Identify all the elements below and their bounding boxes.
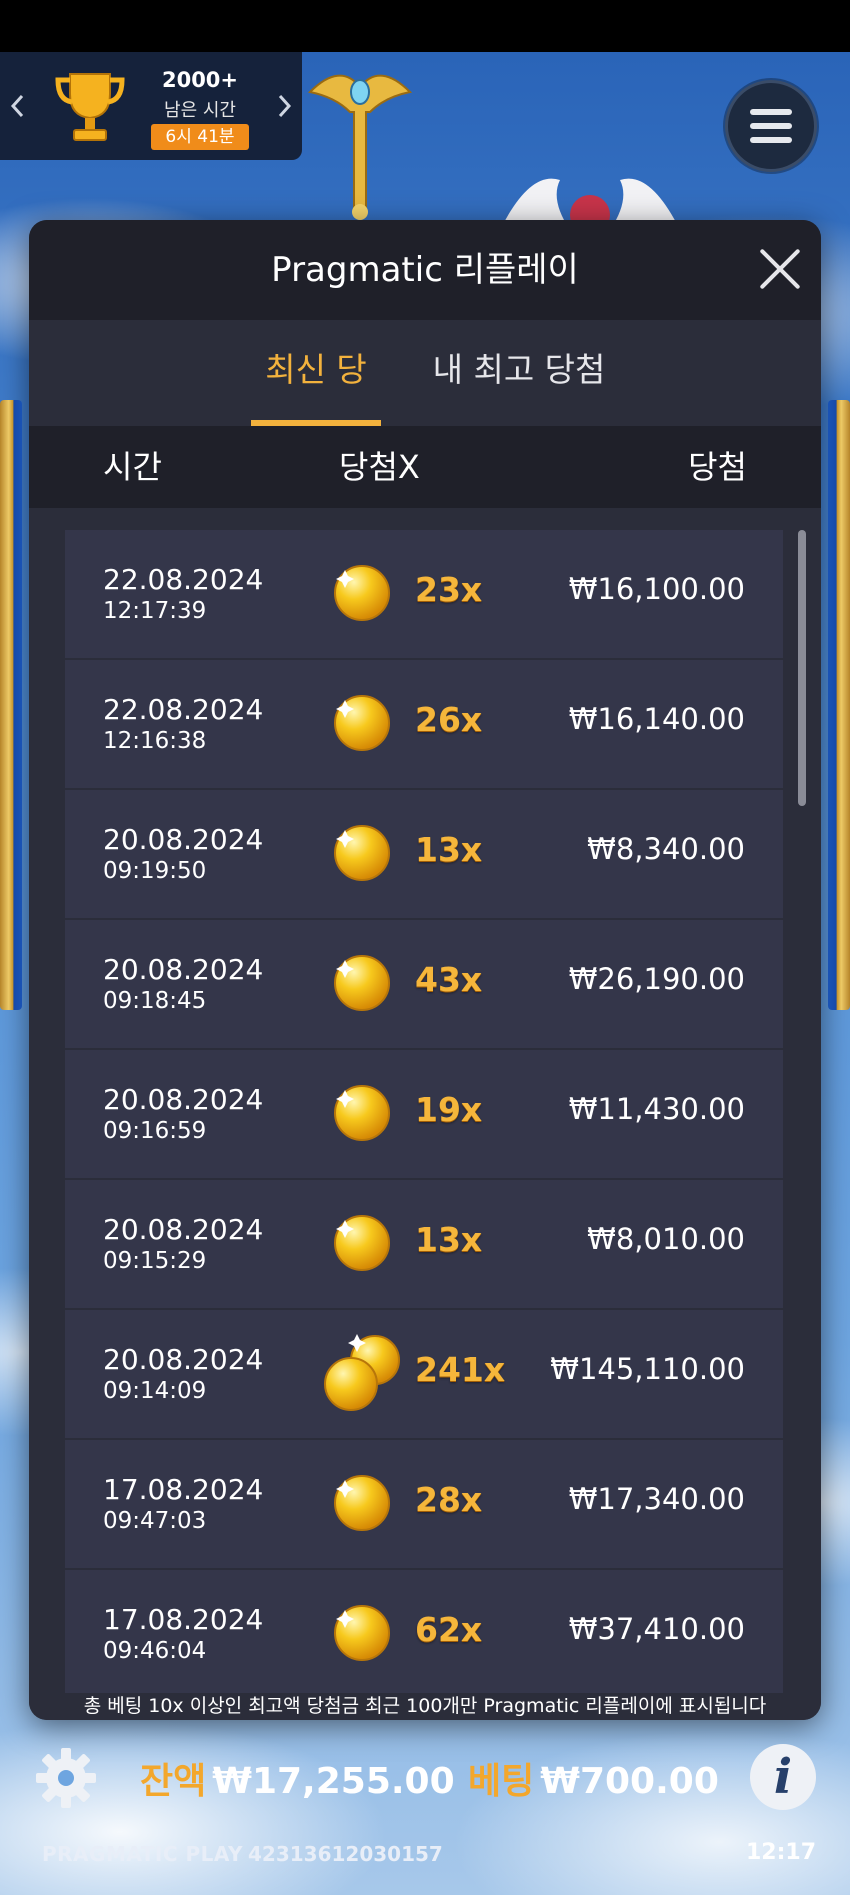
single-coin-icon [333, 694, 391, 752]
row-multiplier: 241x [415, 1350, 506, 1389]
session-id: 42313612030157 [248, 1842, 443, 1866]
clock: 12:17 [745, 1840, 816, 1865]
row-multiplier: 28x [415, 1480, 483, 1519]
row-multiplier: 62x [415, 1610, 483, 1649]
gear-icon[interactable] [34, 1746, 98, 1810]
row-time: 09:16:59 [103, 1118, 207, 1144]
win-row[interactable]: 22.08.2024 12:17:39 23x ₩16,100.00 [65, 530, 783, 658]
time-remaining-label: 남은 시간 [164, 100, 236, 121]
modal-header: Pragmatic 리플레이 [29, 220, 821, 320]
win-row[interactable]: 22.08.2024 12:16:38 26x ₩16,140.00 [65, 660, 783, 788]
hamburger-menu-button[interactable] [725, 80, 817, 172]
balance-label: 잔액 [140, 1761, 207, 1802]
reel-frame-left [0, 400, 22, 1010]
row-date: 17.08.2024 [103, 1473, 264, 1506]
chevron-left-icon[interactable] [4, 86, 30, 126]
row-time: 09:18:45 [103, 988, 207, 1014]
row-multiplier: 19x [415, 1090, 483, 1129]
balance-value: ₩17,255.00 [212, 1761, 455, 1802]
bet-display: 베팅 ₩700.00 [468, 1752, 719, 1804]
row-date: 20.08.2024 [103, 1213, 264, 1246]
menu-bar [750, 123, 792, 129]
bet-label: 베팅 [468, 1761, 535, 1802]
row-time: 09:19:50 [103, 858, 207, 884]
single-coin-icon [333, 1084, 391, 1142]
menu-bar [750, 109, 792, 115]
column-win: 당첨 [688, 448, 747, 486]
win-row[interactable]: 20.08.2024 09:14:09 241x ₩145,110.00 [65, 1310, 783, 1438]
row-date: 22.08.2024 [103, 563, 264, 596]
row-date: 20.08.2024 [103, 1083, 264, 1116]
row-win-amount: ₩17,340.00 [568, 1482, 745, 1516]
row-time: 09:47:03 [103, 1508, 207, 1534]
win-row[interactable]: 20.08.2024 09:16:59 19x ₩11,430.00 [65, 1050, 783, 1178]
row-time: 09:14:09 [103, 1378, 207, 1404]
single-coin-icon [333, 954, 391, 1012]
chevron-right-icon[interactable] [272, 86, 298, 126]
row-date: 22.08.2024 [103, 693, 264, 726]
menu-bar [750, 137, 792, 143]
tab-my-best-wins[interactable]: 내 최고 당첨 [429, 320, 609, 426]
row-multiplier: 26x [415, 700, 483, 739]
column-time: 시간 [103, 448, 162, 486]
row-date: 20.08.2024 [103, 953, 264, 986]
replay-modal: Pragmatic 리플레이 최신 당첨 내 최고 당첨 시간 당첨X 당첨 2… [29, 220, 821, 1720]
trophy-icon [55, 73, 125, 141]
double-coin-icon [323, 1332, 403, 1412]
balance-display: 잔액 ₩17,255.00 [140, 1752, 455, 1804]
win-row[interactable]: 20.08.2024 09:19:50 13x ₩8,340.00 [65, 790, 783, 918]
row-multiplier: 43x [415, 960, 483, 999]
row-win-amount: ₩11,430.00 [568, 1092, 745, 1126]
single-coin-icon [333, 824, 391, 882]
row-win-amount: ₩8,010.00 [587, 1222, 745, 1256]
golden-statue-decoration [307, 74, 413, 220]
row-time: 12:17:39 [103, 598, 207, 624]
single-coin-icon [333, 1604, 391, 1662]
win-row[interactable]: 17.08.2024 09:46:04 62x ₩37,410.00 [65, 1570, 783, 1693]
row-multiplier: 23x [415, 570, 483, 609]
reel-frame-right [828, 400, 850, 1010]
row-win-amount: ₩16,140.00 [568, 702, 745, 736]
row-time: 09:15:29 [103, 1248, 207, 1274]
column-multiplier: 당첨X [339, 448, 420, 486]
tab-bar: 최신 당첨 내 최고 당첨 [29, 320, 821, 489]
close-icon[interactable] [757, 246, 803, 292]
row-win-amount: ₩16,100.00 [568, 572, 745, 606]
tab-latest-wins[interactable]: 최신 당첨 [251, 320, 381, 489]
tournament-widget[interactable]: 2000+ 남은 시간 6시 41분 [0, 52, 302, 160]
row-date: 20.08.2024 [103, 823, 264, 856]
win-row[interactable]: 17.08.2024 09:47:03 28x ₩17,340.00 [65, 1440, 783, 1568]
footnote: 총 베팅 10x 이상인 최고액 당첨금 최근 100개만 Pragmatic … [29, 1693, 821, 1720]
row-date: 17.08.2024 [103, 1603, 264, 1636]
row-win-amount: ₩26,190.00 [568, 962, 745, 996]
row-time: 09:46:04 [103, 1638, 207, 1664]
win-row[interactable]: 20.08.2024 09:15:29 13x ₩8,010.00 [65, 1180, 783, 1308]
tournament-timer: 6시 41분 [151, 124, 249, 150]
scrollbar[interactable] [798, 530, 806, 806]
win-list[interactable]: 22.08.2024 12:17:39 23x ₩16,100.00 22.08.202… [29, 508, 821, 1693]
single-coin-icon [333, 1474, 391, 1532]
row-win-amount: ₩145,110.00 [550, 1352, 745, 1386]
brand-logo: PRAGMATIC PLAY [42, 1842, 243, 1866]
modal-title: Pragmatic 리플레이 [271, 250, 579, 290]
win-row[interactable]: 20.08.2024 09:18:45 43x ₩26,190.00 [65, 920, 783, 1048]
bet-value: ₩700.00 [540, 1761, 719, 1802]
row-date: 20.08.2024 [103, 1343, 264, 1376]
row-multiplier: 13x [415, 830, 483, 869]
row-win-amount: ₩8,340.00 [587, 832, 745, 866]
row-multiplier: 13x [415, 1220, 483, 1259]
info-icon[interactable]: i [750, 1744, 816, 1810]
column-header: 시간 당첨X 당첨 [29, 426, 821, 508]
row-time: 12:16:38 [103, 728, 207, 754]
tournament-count: 2000+ [161, 68, 239, 92]
row-win-amount: ₩37,410.00 [568, 1612, 745, 1646]
single-coin-icon [333, 564, 391, 622]
single-coin-icon [333, 1214, 391, 1272]
